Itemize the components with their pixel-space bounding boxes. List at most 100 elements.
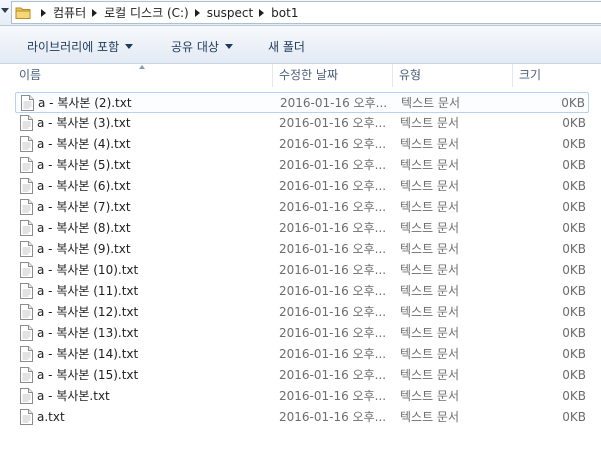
file-modified-date: 2016-01-16 오후...: [279, 263, 387, 277]
file-size: 0KB: [562, 347, 586, 361]
folder-icon: [15, 6, 31, 20]
breadcrumb-computer[interactable]: 컴퓨터: [53, 4, 86, 21]
new-folder-button[interactable]: 새 폴더: [268, 38, 305, 55]
file-modified-date: 2016-01-16 오후...: [279, 137, 387, 151]
file-modified-date: 2016-01-16 오후...: [279, 389, 387, 403]
file-row[interactable]: a - 복사본 (7).txt 2016-01-16 오후... 텍스트 문서 …: [15, 197, 589, 218]
text-file-icon: [20, 409, 33, 425]
file-modified-date: 2016-01-16 오후...: [279, 200, 387, 214]
breadcrumb-separator-icon[interactable]: [92, 8, 98, 17]
file-modified-date: 2016-01-16 오후...: [279, 242, 387, 256]
file-name: a - 복사본 (15).txt: [37, 368, 139, 382]
file-name: a - 복사본 (7).txt: [37, 200, 131, 214]
file-type: 텍스트 문서: [400, 263, 460, 277]
file-type: 텍스트 문서: [400, 410, 460, 424]
file-type: 텍스트 문서: [400, 200, 460, 214]
file-type: 텍스트 문서: [400, 389, 460, 403]
file-type: 텍스트 문서: [400, 284, 460, 298]
file-size: 0KB: [562, 389, 586, 403]
file-type: 텍스트 문서: [400, 347, 460, 361]
text-file-icon: [20, 283, 33, 299]
include-in-library-button[interactable]: 라이브러리에 포함: [27, 38, 134, 55]
file-name: a - 복사본 (11).txt: [37, 284, 139, 298]
file-modified-date: 2016-01-16 오후...: [279, 116, 387, 130]
file-name: a - 복사본 (14).txt: [37, 347, 139, 361]
file-row[interactable]: a - 복사본 (4).txt 2016-01-16 오후... 텍스트 문서 …: [15, 134, 589, 155]
file-row[interactable]: a - 복사본 (2).txt 2016-01-16 오후... 텍스트 문서 …: [15, 92, 589, 113]
text-file-icon: [20, 199, 33, 215]
file-size: 0KB: [562, 221, 586, 235]
breadcrumb-separator-icon[interactable]: [194, 8, 200, 17]
breadcrumb-separator-icon[interactable]: [259, 8, 265, 17]
breadcrumb-local-disk[interactable]: 로컬 디스크 (C:): [104, 4, 189, 21]
file-row[interactable]: a - 복사본 (14).txt 2016-01-16 오후... 텍스트 문서…: [15, 344, 589, 365]
file-row[interactable]: a - 복사본 (10).txt 2016-01-16 오후... 텍스트 문서…: [15, 260, 589, 281]
file-row[interactable]: a - 복사본 (11).txt 2016-01-16 오후... 텍스트 문서…: [15, 281, 589, 302]
text-file-icon: [20, 220, 33, 236]
file-size: 0KB: [562, 284, 586, 298]
file-name: a - 복사본 (10).txt: [37, 263, 139, 277]
file-size: 0KB: [562, 200, 586, 214]
file-modified-date: 2016-01-16 오후...: [279, 326, 387, 340]
file-row[interactable]: a - 복사본 (3).txt 2016-01-16 오후... 텍스트 문서 …: [15, 113, 589, 134]
file-name: a - 복사본 (12).txt: [37, 305, 139, 319]
history-dropdown-icon[interactable]: [1, 8, 9, 13]
file-name: a - 복사본 (9).txt: [37, 242, 131, 256]
file-type: 텍스트 문서: [400, 368, 460, 382]
file-type: 텍스트 문서: [400, 116, 460, 130]
file-size: 0KB: [562, 137, 586, 151]
file-modified-date: 2016-01-16 오후...: [279, 179, 387, 193]
file-modified-date: 2016-01-16 오후...: [279, 284, 387, 298]
file-modified-date: 2016-01-16 오후...: [279, 347, 387, 361]
file-row[interactable]: a - 복사본 (5).txt 2016-01-16 오후... 텍스트 문서 …: [15, 155, 589, 176]
file-size: 0KB: [562, 242, 586, 256]
column-size-header[interactable]: 크기: [513, 64, 601, 87]
chevron-down-icon: [224, 44, 233, 49]
share-with-label: 공유 대상: [171, 40, 219, 54]
file-row[interactable]: a - 복사본.txt 2016-01-16 오후... 텍스트 문서 0KB: [15, 386, 589, 407]
file-row[interactable]: a - 복사본 (8).txt 2016-01-16 오후... 텍스트 문서 …: [15, 218, 589, 239]
file-modified-date: 2016-01-16 오후...: [279, 158, 387, 172]
text-file-icon: [20, 115, 33, 131]
column-date-header[interactable]: 수정한 날짜: [273, 64, 393, 87]
file-size: 0KB: [562, 116, 586, 130]
file-row[interactable]: a - 복사본 (13).txt 2016-01-16 오후... 텍스트 문서…: [15, 323, 589, 344]
file-modified-date: 2016-01-16 오후...: [280, 96, 388, 110]
file-row[interactable]: a - 복사본 (15).txt 2016-01-16 오후... 텍스트 문서…: [15, 365, 589, 386]
column-type-header[interactable]: 유형: [393, 64, 513, 87]
text-file-icon: [20, 178, 33, 194]
address-field[interactable]: 컴퓨터 로컬 디스크 (C:) suspect bot1: [11, 1, 601, 24]
file-row[interactable]: a - 복사본 (6).txt 2016-01-16 오후... 텍스트 문서 …: [15, 176, 589, 197]
file-size: 0KB: [562, 158, 586, 172]
file-type: 텍스트 문서: [401, 96, 461, 110]
text-file-icon: [21, 95, 34, 111]
breadcrumb-bot1[interactable]: bot1: [271, 6, 298, 20]
file-size: 0KB: [562, 179, 586, 193]
file-type: 텍스트 문서: [400, 242, 460, 256]
address-bar: 컴퓨터 로컬 디스크 (C:) suspect bot1: [0, 0, 601, 26]
text-file-icon: [20, 157, 33, 173]
file-name: a - 복사본.txt: [37, 389, 110, 403]
include-in-library-label: 라이브러리에 포함: [27, 40, 120, 54]
file-name: a - 복사본 (13).txt: [37, 326, 139, 340]
file-size: 0KB: [562, 368, 586, 382]
text-file-icon: [20, 367, 33, 383]
file-row[interactable]: a - 복사본 (9).txt 2016-01-16 오후... 텍스트 문서 …: [15, 239, 589, 260]
file-name: a - 복사본 (4).txt: [37, 137, 131, 151]
share-with-button[interactable]: 공유 대상: [171, 38, 233, 55]
file-size: 0KB: [562, 326, 586, 340]
file-name: a - 복사본 (8).txt: [37, 221, 131, 235]
new-folder-label: 새 폴더: [268, 40, 305, 54]
file-type: 텍스트 문서: [400, 305, 460, 319]
text-file-icon: [20, 136, 33, 152]
breadcrumb-separator-icon[interactable]: [41, 8, 46, 17]
file-modified-date: 2016-01-16 오후...: [279, 305, 387, 319]
column-header: 이름 수정한 날짜 유형 크기: [0, 64, 601, 87]
file-name: a.txt: [37, 410, 65, 424]
file-row[interactable]: a.txt 2016-01-16 오후... 텍스트 문서 0KB: [15, 407, 589, 428]
file-type: 텍스트 문서: [400, 326, 460, 340]
file-row[interactable]: a - 복사본 (12).txt 2016-01-16 오후... 텍스트 문서…: [15, 302, 589, 323]
column-name-header[interactable]: 이름: [13, 64, 273, 87]
file-type: 텍스트 문서: [400, 137, 460, 151]
breadcrumb-suspect[interactable]: suspect: [207, 6, 253, 20]
